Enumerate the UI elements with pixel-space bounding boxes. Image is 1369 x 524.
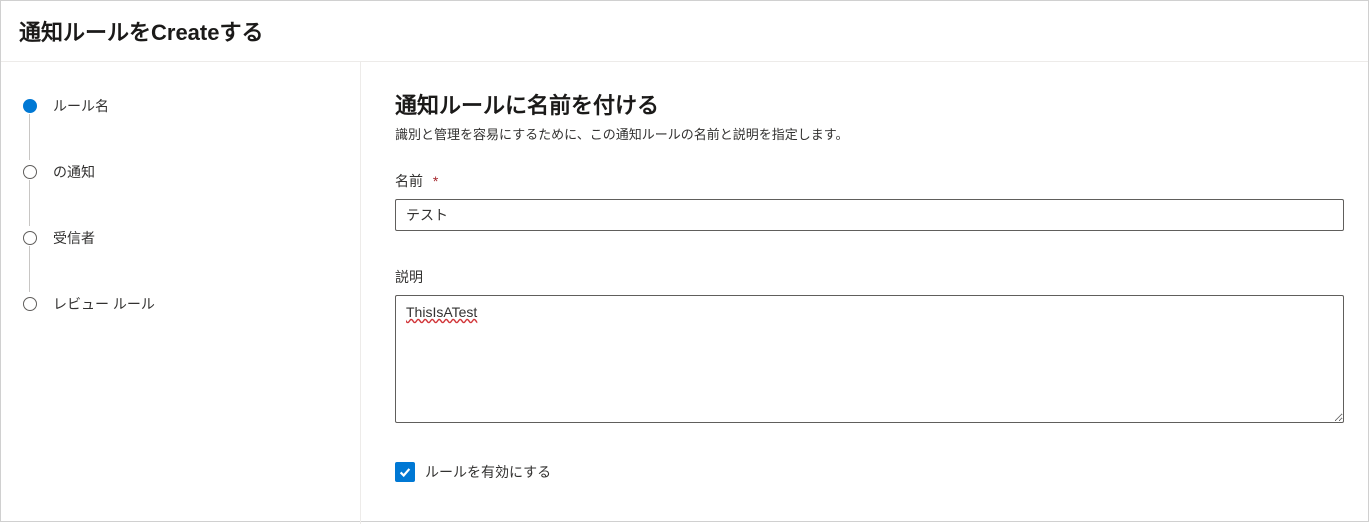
checkbox-checked-icon bbox=[395, 462, 415, 482]
content-area: ルール名 の通知 受信者 レビュー ルール 通知ルールに名前を付ける 識別と管理… bbox=[1, 62, 1368, 524]
name-input[interactable] bbox=[395, 199, 1344, 231]
step-marker-icon bbox=[23, 297, 37, 311]
wizard-step-review[interactable]: レビュー ルール bbox=[23, 294, 360, 314]
step-label: ルール名 bbox=[53, 96, 109, 116]
step-connector bbox=[29, 180, 30, 226]
wizard-steps: ルール名 の通知 受信者 レビュー ルール bbox=[23, 96, 360, 314]
step-connector bbox=[29, 246, 30, 292]
wizard-step-notification[interactable]: の通知 bbox=[23, 162, 360, 182]
step-marker-icon bbox=[23, 231, 37, 245]
step-marker-icon bbox=[23, 165, 37, 179]
step-label: の通知 bbox=[53, 162, 95, 182]
step-marker-icon bbox=[23, 99, 37, 113]
enable-rule-label: ルールを有効にする bbox=[425, 462, 551, 482]
page-title: 通知ルールをCreateする bbox=[19, 15, 1350, 47]
main-panel: 通知ルールに名前を付ける 識別と管理を容易にするために、この通知ルールの名前と説… bbox=[361, 62, 1368, 524]
required-asterisk: * bbox=[433, 173, 438, 189]
wizard-step-rule-name[interactable]: ルール名 bbox=[23, 96, 360, 116]
page-header: 通知ルールをCreateする bbox=[1, 1, 1368, 62]
name-label: 名前 * bbox=[395, 171, 1344, 191]
description-label: 説明 bbox=[395, 267, 1344, 287]
name-label-text: 名前 bbox=[395, 173, 423, 189]
wizard-step-recipient[interactable]: 受信者 bbox=[23, 228, 360, 248]
section-title: 通知ルールに名前を付ける bbox=[395, 88, 1344, 120]
wizard-sidebar: ルール名 の通知 受信者 レビュー ルール bbox=[1, 62, 361, 524]
step-connector bbox=[29, 114, 30, 160]
name-field-group: 名前 * bbox=[395, 171, 1344, 231]
section-description: 識別と管理を容易にするために、この通知ルールの名前と説明を指定します。 bbox=[395, 124, 1344, 143]
step-label: レビュー ルール bbox=[53, 294, 155, 314]
description-textarea[interactable]: ThisIsATest bbox=[395, 295, 1344, 423]
description-field-group: 説明 ThisIsATest bbox=[395, 267, 1344, 426]
checkmark-icon bbox=[398, 465, 412, 479]
step-label: 受信者 bbox=[53, 228, 95, 248]
enable-rule-checkbox-row[interactable]: ルールを有効にする bbox=[395, 462, 1344, 482]
